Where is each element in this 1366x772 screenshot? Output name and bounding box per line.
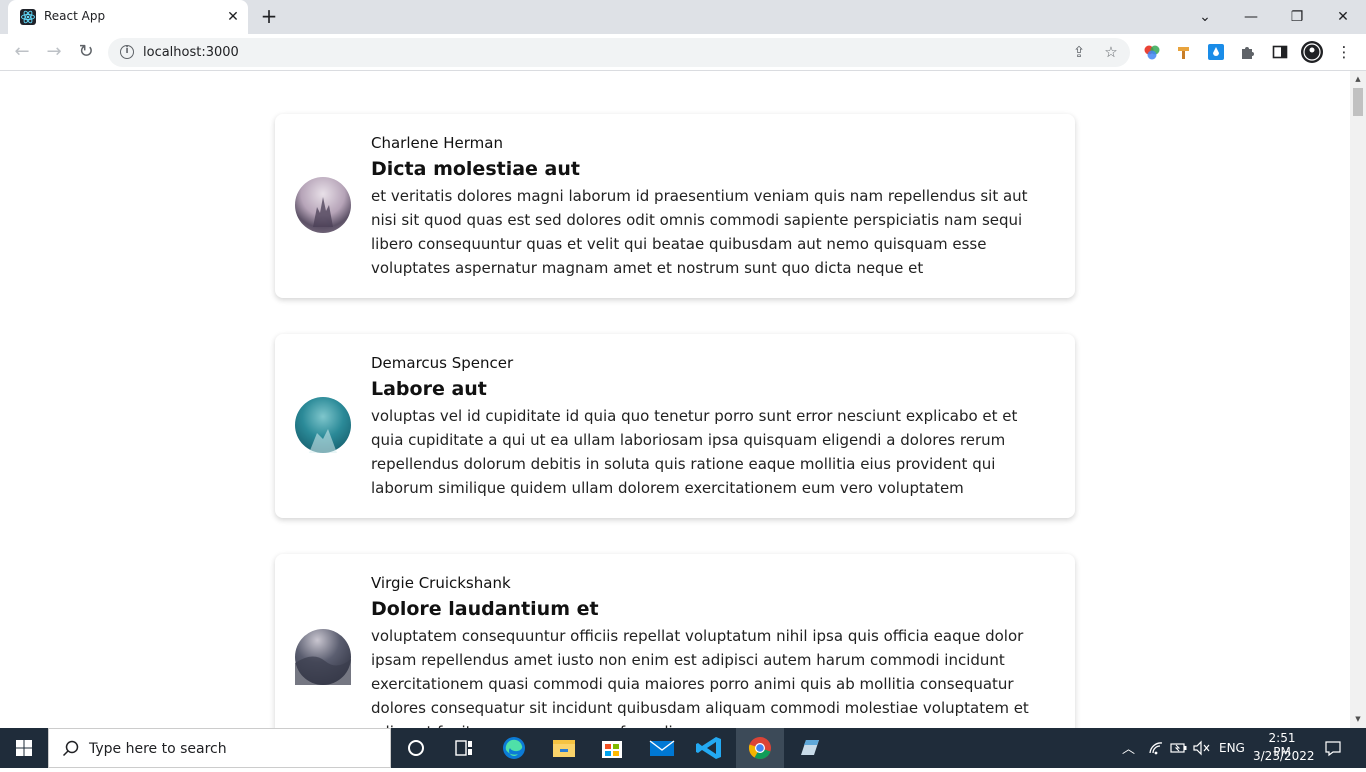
post-author: Virgie Cruickshank <box>371 574 511 592</box>
avatar <box>295 177 351 233</box>
volume-muted-icon[interactable] <box>1192 740 1210 759</box>
page-viewport: Charlene Herman Dicta molestiae aut et v… <box>0 71 1350 728</box>
windows-logo-icon[interactable] <box>0 728 48 768</box>
kebab-menu-icon[interactable]: ⋮ <box>1335 43 1353 61</box>
chevron-down-icon[interactable]: ⌄ <box>1182 0 1228 34</box>
language-indicator[interactable]: ENG <box>1219 741 1245 755</box>
cortana-icon[interactable] <box>392 728 440 768</box>
avatar <box>295 629 351 685</box>
close-icon[interactable]: ✕ <box>1320 0 1366 34</box>
address-bar[interactable]: i localhost:3000 ⇪ ☆ <box>108 38 1130 67</box>
clock-date[interactable]: 3/23/2022 <box>1253 749 1315 763</box>
post-card: Charlene Herman Dicta molestiae aut et v… <box>275 114 1075 298</box>
profile-avatar[interactable] <box>1301 41 1323 63</box>
star-icon[interactable]: ☆ <box>1102 43 1120 61</box>
new-tab-button[interactable]: + <box>258 6 280 28</box>
extension-drop-icon[interactable] <box>1207 43 1225 61</box>
notepad-icon[interactable] <box>786 728 834 768</box>
vscode-icon[interactable] <box>686 728 734 768</box>
tab-title: React App <box>44 9 106 23</box>
avatar <box>295 397 351 453</box>
scrollbar-thumb[interactable] <box>1353 88 1363 116</box>
tab-strip: React App ✕ + ⌄ — ❐ ✕ <box>0 0 1366 34</box>
file-explorer-icon[interactable] <box>540 728 588 768</box>
react-favicon <box>20 9 36 25</box>
share-icon[interactable]: ⇪ <box>1070 43 1088 61</box>
store-icon[interactable] <box>588 728 636 768</box>
search-icon <box>61 739 81 759</box>
post-body: et veritatis dolores magni laborum id pr… <box>371 187 1028 277</box>
info-icon[interactable]: i <box>120 45 134 59</box>
chrome-icon[interactable] <box>736 728 784 768</box>
extension-hammer-icon[interactable] <box>1175 43 1193 61</box>
mail-icon[interactable] <box>638 728 686 768</box>
taskbar-search-box[interactable]: Type here to search <box>48 728 391 768</box>
task-view-icon[interactable] <box>440 728 488 768</box>
minimize-icon[interactable]: — <box>1228 0 1274 34</box>
reload-icon[interactable]: ↻ <box>74 41 98 65</box>
back-arrow-icon[interactable]: ← <box>10 41 34 65</box>
post-body: voluptatem consequuntur officiis repella… <box>371 627 1029 728</box>
tab-react-app[interactable]: React App ✕ <box>8 0 248 34</box>
post-title: Dolore laudantium et <box>371 598 599 620</box>
battery-icon[interactable] <box>1170 741 1188 758</box>
restore-icon[interactable]: ❐ <box>1274 0 1320 34</box>
scroll-up-arrow-icon[interactable]: ▲ <box>1354 75 1362 83</box>
tray-chevron-up-icon[interactable]: ︿ <box>1122 738 1135 757</box>
post-author: Charlene Herman <box>371 134 503 152</box>
browser-toolbar: ← → ↻ i localhost:3000 ⇪ ☆ ⋮ <box>0 34 1366 71</box>
post-author: Demarcus Spencer <box>371 354 514 372</box>
forward-arrow-icon[interactable]: → <box>42 41 66 65</box>
vertical-scrollbar[interactable]: ▲ ▼ <box>1350 71 1366 728</box>
close-icon[interactable]: ✕ <box>224 8 242 26</box>
post-title: Labore aut <box>371 378 487 400</box>
edge-icon[interactable] <box>490 728 538 768</box>
extension-color-icon[interactable] <box>1143 43 1161 61</box>
taskbar: Type here to search ︿ ENG 2:51 PM 3/23/2… <box>0 728 1366 768</box>
puzzle-icon[interactable] <box>1239 43 1257 61</box>
post-title: Dicta molestiae aut <box>371 158 580 180</box>
wifi-icon[interactable] <box>1148 740 1164 759</box>
post-body: voluptas vel id cupiditate id quia quo t… <box>371 407 1018 497</box>
scroll-down-arrow-icon[interactable]: ▼ <box>1354 715 1362 723</box>
post-card: Demarcus Spencer Labore aut voluptas vel… <box>275 334 1075 518</box>
sidepanel-icon[interactable] <box>1271 43 1289 61</box>
search-placeholder: Type here to search <box>89 741 227 757</box>
post-card: Virgie Cruickshank Dolore laudantium et … <box>275 554 1075 728</box>
url-text: localhost:3000 <box>143 45 239 60</box>
notifications-icon[interactable] <box>1324 739 1342 760</box>
